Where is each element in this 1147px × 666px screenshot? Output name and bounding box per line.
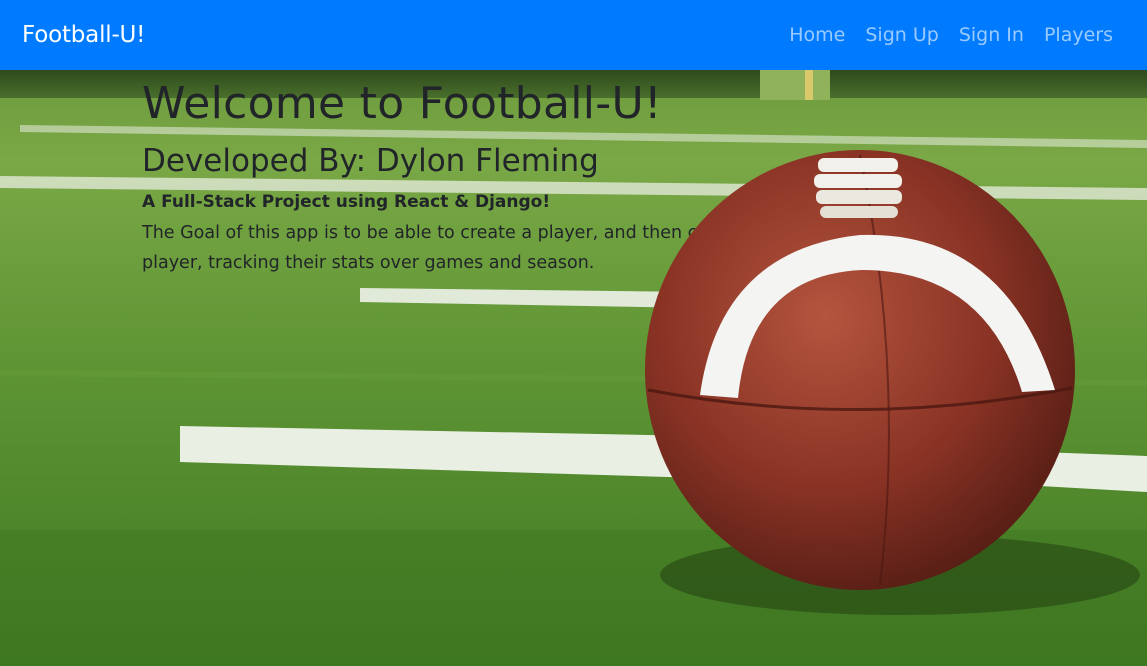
navbar: Football-U! Home Sign Up Sign In Players [0, 0, 1147, 70]
app-description: The Goal of this app is to be able to cr… [142, 223, 1003, 273]
project-tagline: A Full-Stack Project using React & Djang… [142, 192, 551, 212]
page-title: Welcome to Football-U! [142, 78, 662, 129]
developer-credit: Developed By: Dylon Fleming [142, 143, 599, 179]
nav-link-sign-in[interactable]: Sign In [959, 24, 1024, 46]
hero-content: Welcome to Football-U! Developed By: Dyl… [142, 70, 1142, 278]
page: Football-U! Home Sign Up Sign In Players [0, 0, 1147, 666]
nav-link-home[interactable]: Home [789, 24, 845, 46]
brand-link[interactable]: Football-U! [22, 22, 145, 48]
nav-link-players[interactable]: Players [1044, 24, 1113, 46]
nav-links: Home Sign Up Sign In Players [769, 24, 1113, 46]
nav-link-sign-up[interactable]: Sign Up [865, 24, 938, 46]
